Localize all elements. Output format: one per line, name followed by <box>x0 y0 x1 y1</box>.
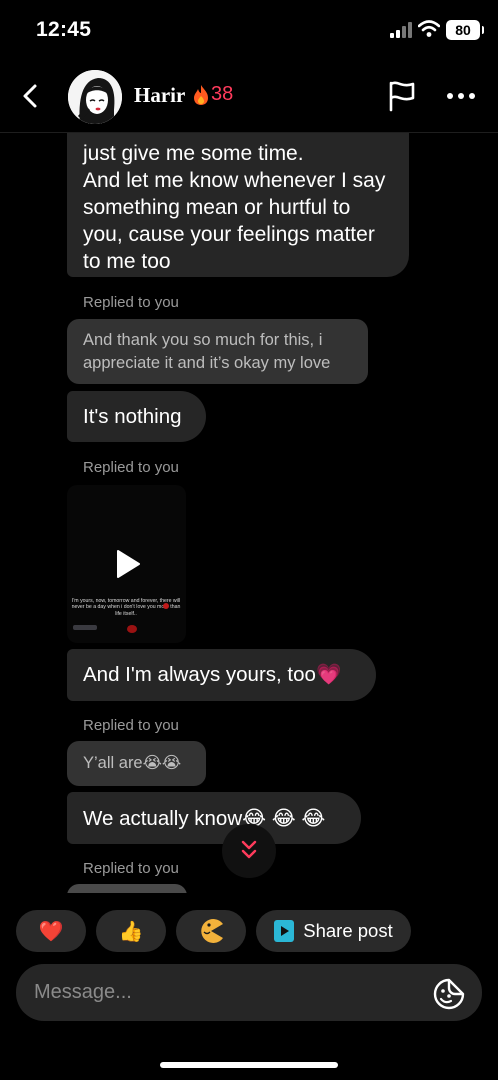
report-flag-icon[interactable] <box>387 80 417 112</box>
chat-header: Harir 38 <box>0 60 498 133</box>
shared-video[interactable]: I'm yours, now, tomorrow and forever, th… <box>67 485 186 643</box>
video-light <box>73 625 97 630</box>
heart-reaction-button[interactable]: ❤️ <box>16 910 86 952</box>
quick-reaction-bar: ❤️ 👍 Share post <box>16 910 411 952</box>
home-indicator[interactable] <box>160 1062 338 1068</box>
message-line: something mean or hurtful to <box>83 196 351 219</box>
share-post-button[interactable]: Share post <box>256 910 411 952</box>
replied-to-you-label: Replied to you <box>83 459 179 476</box>
streak-counter: 38 <box>192 83 233 106</box>
status-bar: 12:45 80 <box>0 0 498 60</box>
message-input[interactable] <box>34 974 414 1011</box>
avatar-illustration-icon <box>68 70 122 124</box>
contact-name[interactable]: Harir <box>134 83 185 108</box>
wifi-icon <box>418 20 440 37</box>
replied-to-you-label: Replied to you <box>83 717 179 734</box>
message-line: you, cause your feelings matter <box>83 223 375 246</box>
status-time: 12:45 <box>36 18 92 41</box>
message-text: And I'm always yours, too <box>83 663 316 686</box>
avatar[interactable] <box>68 70 122 124</box>
share-post-icon <box>274 920 295 942</box>
play-icon[interactable] <box>115 549 141 579</box>
sticker-smiley-icon[interactable] <box>432 976 466 1010</box>
thumbs-up-emoji: 👍 <box>118 920 144 943</box>
pink-heart-emoji: 💗 <box>315 663 342 686</box>
message-composer <box>16 964 482 1021</box>
more-options-icon[interactable] <box>446 86 476 106</box>
message-line: just give me some time. <box>83 142 304 165</box>
share-post-label: Share post <box>303 920 393 941</box>
quote-line: And thank you so much for this, i <box>83 331 323 349</box>
quoted-message[interactable]: Y’all are😭😭 <box>67 741 206 786</box>
pacman-reaction-button[interactable] <box>176 910 246 952</box>
scroll-to-bottom-button[interactable] <box>222 824 276 878</box>
quoted-media-preview[interactable] <box>67 884 187 893</box>
heart-emoji: ❤️ <box>38 920 64 943</box>
streak-count: 38 <box>211 83 234 105</box>
message-thread[interactable]: just give me some time. And let me know … <box>0 133 498 893</box>
message-bubble[interactable]: It's nothing <box>67 391 206 442</box>
video-light <box>127 625 137 633</box>
pacman-face-icon <box>201 919 223 943</box>
video-light <box>163 603 169 609</box>
double-chevron-down-icon <box>241 840 257 859</box>
flame-icon <box>194 84 208 105</box>
message-line: to me too <box>83 250 171 273</box>
quoted-message[interactable]: And thank you so much for this, i apprec… <box>67 319 368 384</box>
thumbs-up-reaction-button[interactable]: 👍 <box>96 910 166 952</box>
battery-indicator: 80 <box>446 20 484 40</box>
message-bubble[interactable]: We actually know😂 😂 😂 <box>67 792 361 844</box>
message-bubble[interactable]: just give me some time. And let me know … <box>67 133 409 277</box>
message-line: And let me know whenever I say <box>83 169 386 192</box>
quote-line: appreciate it and it’s okay my love <box>83 354 331 372</box>
replied-to-you-label: Replied to you <box>83 294 179 311</box>
back-arrow-icon[interactable] <box>16 80 44 112</box>
replied-to-you-label: Replied to you <box>83 860 179 877</box>
cellular-signal-icon <box>390 22 412 38</box>
message-bubble[interactable]: And I'm always yours, too💗 <box>67 649 376 701</box>
